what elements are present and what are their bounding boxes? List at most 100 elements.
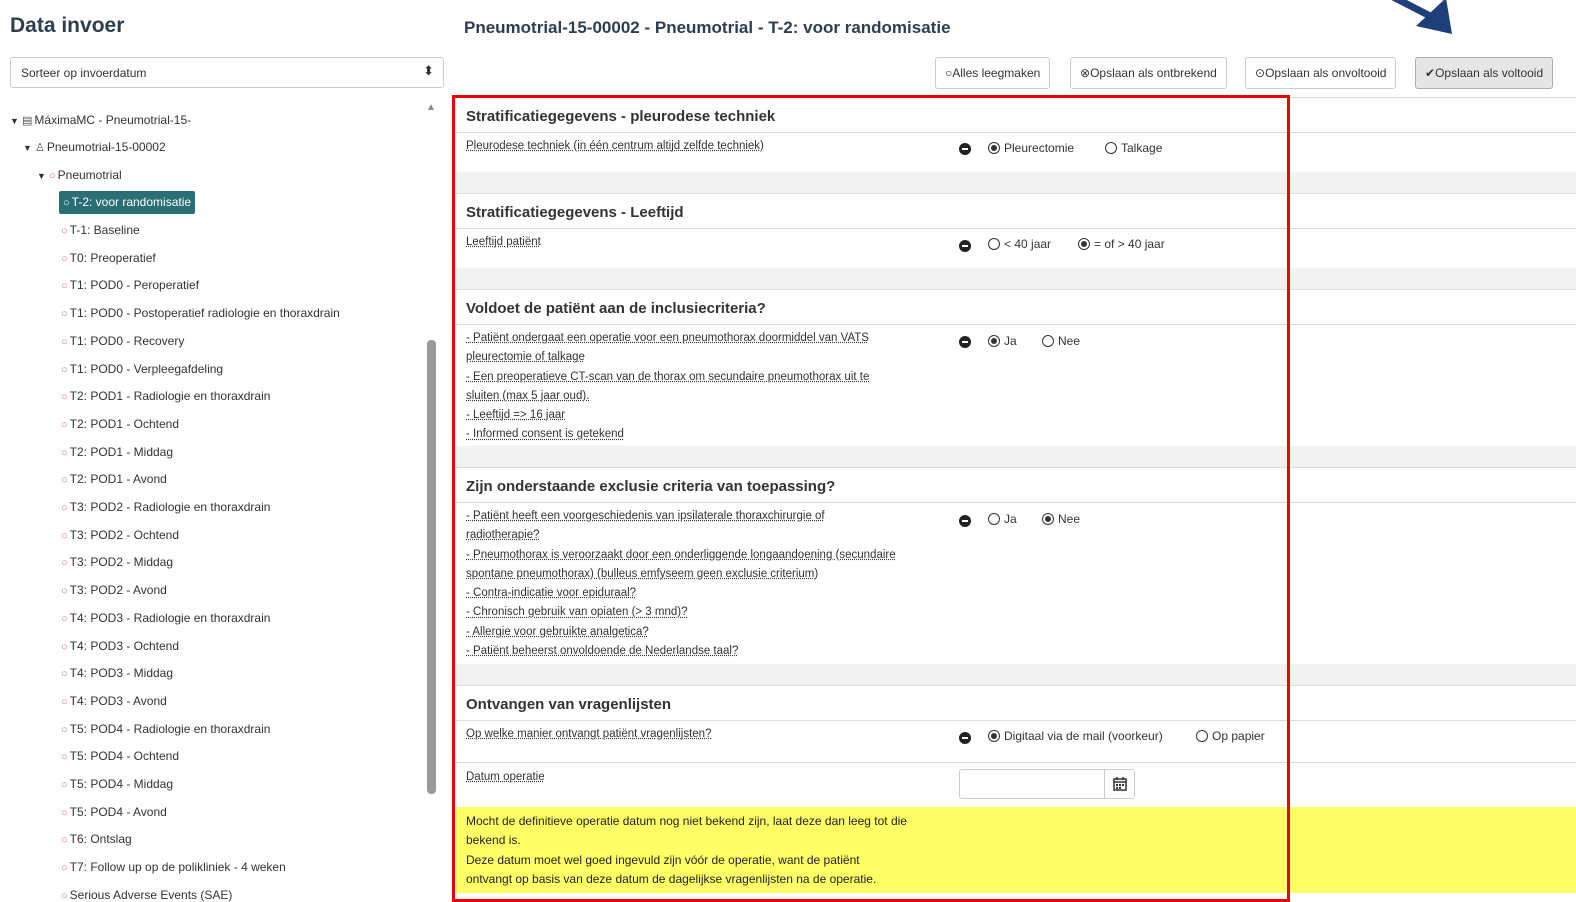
tree-item[interactable]: ○ T4: POD3 - Avond <box>61 691 167 711</box>
section-header-leeftijd: Stratificatiegegevens - Leeftijd <box>456 193 1576 229</box>
tree-item[interactable]: ○ T3: POD2 - Avond <box>61 580 167 600</box>
select-caret-icon: ⬍ <box>423 63 434 78</box>
circle-x-icon: ⊗ <box>1080 66 1091 80</box>
tree-item[interactable]: ○ T5: POD4 - Middag <box>61 774 173 794</box>
tree-item[interactable]: ○ T2: POD1 - Ochtend <box>61 414 179 434</box>
status-circle-icon: ○ <box>61 834 68 847</box>
tree-item[interactable]: ○ T6: Ontslag <box>61 829 132 849</box>
clear-answer-icon[interactable] <box>959 336 971 348</box>
status-circle-icon: ○ <box>61 335 68 348</box>
section-separator <box>456 172 1576 193</box>
tree-item[interactable]: ○ T2: POD1 - Avond <box>61 469 167 489</box>
clear-all-button[interactable]: ○Alles leegmaken <box>935 57 1051 89</box>
tree-node-patient[interactable]: ▼ ♙ Pneumotrial-15-00002 <box>23 137 166 157</box>
radio-exclusie-nee[interactable]: Nee <box>1042 512 1080 526</box>
radio-digitaal[interactable]: Digitaal via de mail (voorkeur) <box>988 729 1163 743</box>
tree-item[interactable]: ○ T0: Preoperatief <box>61 248 156 268</box>
scroll-up-icon[interactable]: ▲ <box>426 102 436 113</box>
tree-scrollbar[interactable]: ▲ <box>425 102 437 902</box>
tree-item[interactable]: ○ T4: POD3 - Radiologie en thoraxdrain <box>61 608 270 628</box>
status-circle-icon: ○ <box>61 502 68 514</box>
page-title: Data invoer <box>10 14 125 37</box>
status-circle-icon: ○ <box>61 668 68 681</box>
tree-item[interactable]: ○ T5: POD4 - Radiologie en thoraxdrain <box>61 719 270 739</box>
clear-answer-icon[interactable] <box>959 732 971 744</box>
radio-pleurectomie[interactable]: Pleurectomie <box>988 141 1074 155</box>
status-circle-icon: ○ <box>49 170 56 182</box>
expand-triangle-icon: ▼ <box>10 116 19 126</box>
tree-item[interactable]: ○ T1: POD0 - Verpleegafdeling <box>61 359 223 379</box>
tree-node-selected[interactable]: ○ T-2: voor randomisatie <box>59 191 196 214</box>
scrollbar-thumb[interactable] <box>427 340 436 794</box>
tree-item[interactable]: ○ T4: POD3 - Ochtend <box>61 636 179 656</box>
status-circle-icon: ○ <box>61 557 68 570</box>
date-operatie-input[interactable] <box>959 769 1105 799</box>
tree-item[interactable]: ○ T1: POD0 - Peroperatief <box>61 275 199 295</box>
status-circle-icon: ○ <box>61 695 68 708</box>
clear-answer-icon[interactable] <box>959 240 971 252</box>
clear-answer-icon[interactable] <box>959 515 971 527</box>
tree-item[interactable]: ○ T-1: Baseline <box>61 220 140 240</box>
status-circle-icon: ○ <box>61 529 68 542</box>
tree-item[interactable]: ○ T5: POD4 - Avond <box>61 802 167 822</box>
status-circle-icon: ○ <box>61 640 68 653</box>
radio-talkage[interactable]: Talkage <box>1105 141 1162 155</box>
status-circle-icon: ○ <box>63 197 70 209</box>
tree-item[interactable]: ○ T4: POD3 - Middag <box>61 663 173 683</box>
radio-40-plus[interactable]: = of > 40 jaar <box>1078 237 1165 251</box>
status-circle-icon: ○ <box>61 889 68 902</box>
tree-node-site[interactable]: ▼ ▤ MáximaMC - Pneumotrial-15- <box>10 110 191 130</box>
radio-circle <box>988 730 1000 742</box>
building-icon: ▤ <box>22 115 33 127</box>
user-icon: ♙ <box>35 142 45 154</box>
save-complete-button[interactable]: ✔Opslaan als voltooid <box>1415 57 1554 89</box>
section-separator <box>456 268 1576 289</box>
radio-circle <box>1078 238 1090 250</box>
check-circle-icon: ✔ <box>1425 66 1436 80</box>
expand-triangle-icon: ▼ <box>23 143 32 153</box>
question-inclusie: - Patiënt ondergaat een operatie voor ee… <box>466 332 870 441</box>
calendar-icon <box>1113 777 1127 791</box>
radio-inclusie-ja[interactable]: Ja <box>988 334 1017 348</box>
section-separator <box>456 664 1576 685</box>
radio-under-40[interactable]: < 40 jaar <box>988 237 1051 251</box>
radio-inclusie-nee[interactable]: Nee <box>1042 334 1080 348</box>
record-tree: ▼ ▤ MáximaMC - Pneumotrial-15- ▼ ♙ Pneumotri… <box>0 104 420 902</box>
tree-item[interactable]: ○ T3: POD2 - Middag <box>61 552 173 572</box>
status-circle-icon: ○ <box>61 862 68 875</box>
radio-circle <box>988 142 1000 154</box>
sort-select-value: Sorteer op invoerdatum <box>21 66 147 80</box>
calendar-button[interactable] <box>1104 769 1135 799</box>
tree-item[interactable]: ○ T3: POD2 - Ochtend <box>61 525 179 545</box>
clear-answer-icon[interactable] <box>959 143 971 155</box>
section-header-pleurodese: Stratificatiegegevens - pleurodese techn… <box>456 97 1576 133</box>
question-datum-operatie: Datum operatie <box>466 771 545 783</box>
tree-item[interactable]: ○ T7: Follow up op de polikliniek - 4 wek… <box>61 857 286 877</box>
circle-dot-icon: ⊙ <box>1255 66 1266 80</box>
tree-item[interactable]: ○ T1: POD0 - Recovery <box>61 331 184 351</box>
tree-item[interactable]: ○ T2: POD1 - Radiologie en thoraxdrain <box>61 386 270 406</box>
tree-item[interactable]: ○ T3: POD2 - Radiologie en thoraxdrain <box>61 497 270 517</box>
status-circle-icon: ○ <box>61 418 68 431</box>
section-header-inclusie: Voldoet de patiënt aan de inclusiecriter… <box>456 289 1576 325</box>
status-circle-icon: ○ <box>61 225 68 237</box>
data-entry-page: Data invoer Sorteer op invoerdatum ⬍ ▼ ▤ M… <box>0 0 1576 902</box>
radio-circle <box>988 238 1000 250</box>
tree-item[interactable]: ○ Serious Adverse Events (SAE) <box>61 885 232 902</box>
info-note: Mocht de definitieve operatie datum nog … <box>456 807 1576 893</box>
status-circle-icon: ○ <box>61 446 68 459</box>
tree-node-study[interactable]: ▼ ○ Pneumotrial <box>37 165 122 185</box>
tree-item[interactable]: ○ T5: POD4 - Ochtend <box>61 746 179 766</box>
status-circle-icon: ○ <box>61 391 68 404</box>
save-incomplete-button[interactable]: ⊙Opslaan als onvoltooid <box>1245 57 1397 89</box>
radio-circle <box>1105 142 1117 154</box>
save-missing-button[interactable]: ⊗Opslaan als ontbrekend <box>1070 57 1227 89</box>
sort-select[interactable]: Sorteer op invoerdatum ⬍ <box>10 57 444 88</box>
status-circle-icon: ○ <box>61 723 68 736</box>
radio-exclusie-ja[interactable]: Ja <box>988 512 1017 526</box>
tree-item[interactable]: ○ T1: POD0 - Postoperatief radiologie en … <box>61 303 340 323</box>
radio-op-papier[interactable]: Op papier <box>1196 729 1265 743</box>
question-leeftijd: Leeftijd patiënt <box>466 236 541 248</box>
status-circle-icon: ○ <box>61 806 68 819</box>
tree-item[interactable]: ○ T2: POD1 - Middag <box>61 442 173 462</box>
